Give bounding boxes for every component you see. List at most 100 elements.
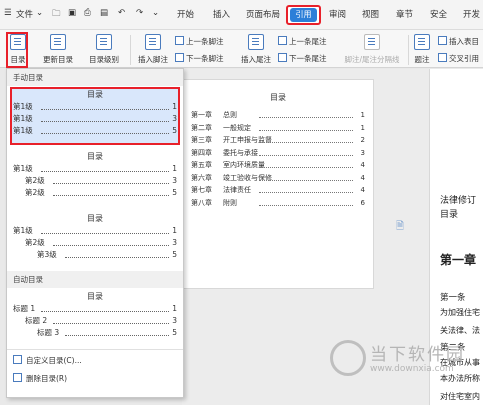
manual-toc-option[interactable]: 目录 第1级 1 第1级 3 第1级 5 [13,89,177,137]
toc-entry: 第1级 1 [13,101,177,113]
toc-entry-page: 3 [172,114,177,123]
document-page-toc: 目录 第一章 总则 1 第二章 一般规定 1 第三章 开工申报与监督 2 第四章 委托与承接 3 第五章… [182,79,374,289]
doc-toc-chapter: 第六章 [191,173,212,182]
toc-entry: 第1级 3 [13,113,177,125]
doc-toc-chapter: 第五章 [191,161,212,169]
hamburger-icon[interactable]: ☰ [4,8,12,18]
doc-toc-entry: 第七章 法律责任 4 [183,184,373,197]
doc-toc-entry: 第六章 竣工验收与保修 4 [183,172,373,185]
toc-button-highlight [6,32,28,68]
doc-toc-page: 4 [360,173,365,182]
doc-toc-entry: 第四章 委托与承接 3 [183,147,373,160]
tab-references[interactable]: 引用 [290,8,317,22]
delete-toc-icon [13,373,22,382]
toc-entry-label: 第1级 [13,126,33,135]
doc-toc-page: 2 [360,136,365,144]
doc-toc-title: 目录 [270,93,286,102]
print-icon[interactable]: ⎙ [84,8,91,18]
caption-icon [414,34,430,50]
watermark-name: 当下软件园 [370,345,465,365]
toc-preset-2[interactable]: 目录 第1级 1 第2级 3 第2级 5 [13,151,177,199]
doc-toc-page: 4 [360,186,365,194]
doc-toc-chapter: 第一章 [191,111,212,119]
toc-entry-page: 1 [172,226,177,235]
doc-toc-page: 6 [360,198,365,207]
more-icon[interactable]: ⌄ [152,8,159,18]
chevron-down-icon[interactable]: ⌄ [36,8,43,18]
folder-icon[interactable]: 🗀 [52,8,61,22]
toc-leader-dots [41,233,169,234]
next-endnote-button[interactable]: 下一条尾注 [278,53,327,64]
cross-reference-button[interactable]: 交叉引用 [438,53,479,64]
toc-entry-page: 5 [172,250,177,259]
doc-toc-leader-dots [259,142,353,143]
doc-text-line: 为加强住宅 [440,308,480,317]
next-footnote-button[interactable]: 下一条脚注 [175,53,224,64]
doc-toc-title-text: 开工申报与监督 [223,136,272,144]
toc-leader-dots [53,195,169,196]
table-toc-icon [438,36,447,45]
doc-toc-title-text: 总则 [223,111,237,119]
doc-toc-title-text: 法律责任 [223,186,251,194]
toc-entry-page: 3 [172,316,177,325]
caption-button[interactable]: 题注 [412,30,432,68]
toc-entry-label: 第2级 [25,176,45,185]
doc-toc-page: 4 [360,161,365,169]
doc-toc-title-text: 委托与承接 [223,148,258,157]
prev-endnote-button[interactable]: 上一条尾注 [278,36,327,47]
footnote-separator-button[interactable]: 脚注/尾注分隔线 [338,30,406,68]
footnote-icon [145,34,161,50]
tab-review[interactable]: 审阅 [329,8,346,20]
insert-table-toc-button[interactable]: 插入表目 [438,36,479,47]
toc-entry-page: 1 [172,164,177,173]
tab-page-layout[interactable]: 页面布局 [246,8,280,20]
doc-toc-leader-dots [259,204,353,206]
auto-toc-option[interactable]: 目录 标题 1 1 标题 2 3 标题 35 [13,291,177,339]
tab-developer[interactable]: 开发 [463,8,480,20]
toc-leader-dots [53,183,169,184]
save-icon[interactable]: ▣ [68,8,76,18]
undo-icon[interactable]: ↶ [118,8,125,18]
toc-leader-dots [41,311,169,312]
redo-icon[interactable]: ↷ [136,8,143,18]
toc-leader-dots [53,323,169,324]
next-footnote-icon [175,53,184,62]
toc-leader-dots [41,171,169,172]
preview-icon[interactable]: ▤ [100,8,108,18]
toc-entry-label: 第1级 [13,164,33,173]
page-icon[interactable]: 🗎 [396,219,404,236]
custom-toc-item[interactable]: 自定义目录(C)... [13,355,82,366]
toc-level-button[interactable]: 目录级别 [82,30,126,68]
toc-entry: 第3级 5 [13,249,177,261]
endnote-icon [248,34,264,50]
doc-law-title: 法律修订 [440,196,477,206]
tab-references-highlight[interactable]: 引用 [286,5,321,25]
watermark-url: www.downxia.com [370,364,454,374]
toc-entry-page: 1 [172,304,177,313]
separator [130,35,131,65]
doc-chapter-heading: 第一章 [440,253,477,267]
prev-footnote-button[interactable]: 上一条脚注 [175,36,224,47]
doc-toc-entry: 第一章 总则 1 [183,109,373,122]
manual-toc-header: 手动目录 [7,69,183,86]
doc-toc-title-text: 竣工验收与保修 [223,173,272,182]
doc-toc-heading: 目录 [440,210,459,220]
tab-home[interactable]: 开始 [177,8,194,20]
cross-ref-icon [438,53,447,62]
toc-preset-3[interactable]: 目录 第1级 1 第2级 3 第3级 5 [13,213,177,261]
file-menu[interactable]: 文件 [16,8,33,20]
delete-toc-item[interactable]: 删除目录(R) [13,373,67,384]
doc-toc-entry: 第三章 开工申报与监督 2 [183,134,373,147]
insert-footnote-button[interactable]: 插入脚注 [135,30,171,68]
insert-endnote-button[interactable]: 插入尾注 [238,30,274,68]
next-endnote-icon [278,53,287,62]
toc-entry-label: 第1级 [13,114,33,123]
toc-entry-page: 5 [172,126,177,135]
divider [7,349,183,350]
tab-security[interactable]: 安全 [430,8,447,20]
tab-section[interactable]: 章节 [396,8,413,20]
doc-toc-list: 第一章 总则 1 第二章 一般规定 1 第三章 开工申报与监督 2 第四章 委托与承接 3 第五章 室内环… [183,109,373,209]
update-toc-button[interactable]: 更新目录 [38,30,78,68]
tab-insert[interactable]: 插入 [213,8,230,20]
tab-view[interactable]: 视图 [362,8,379,20]
